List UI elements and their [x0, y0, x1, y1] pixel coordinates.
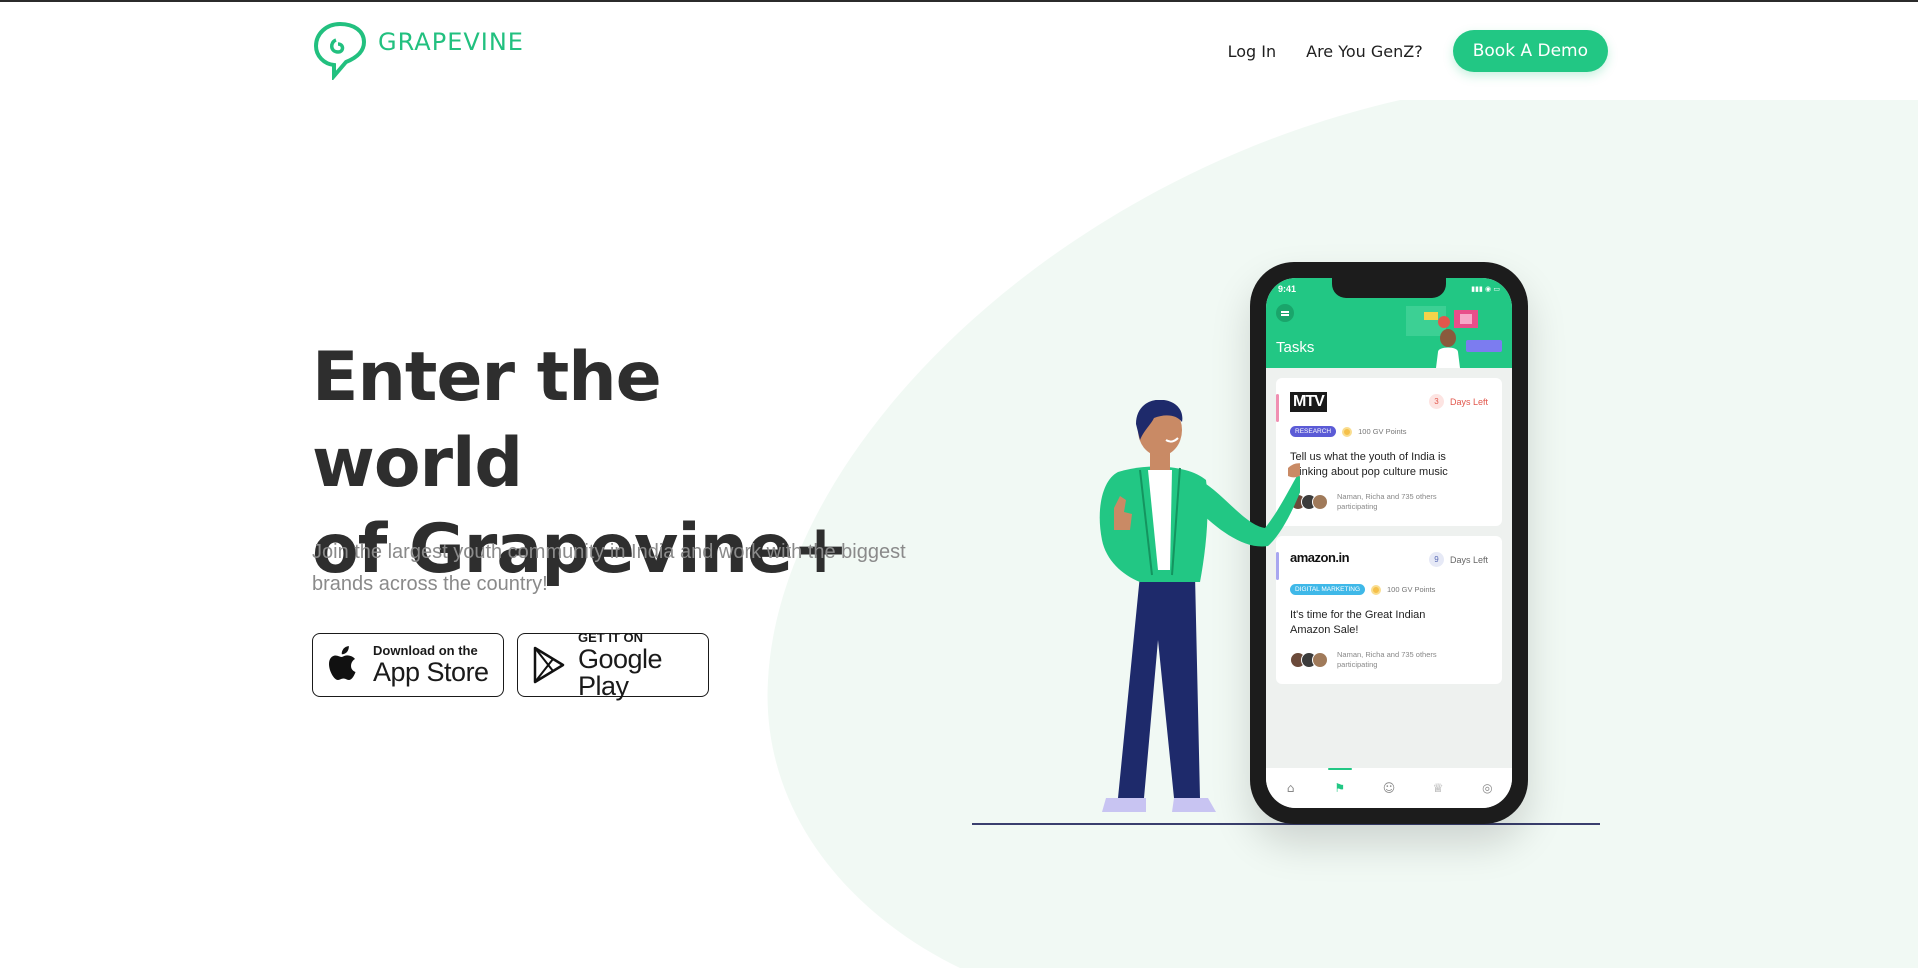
points: 100 GV Points — [1387, 585, 1436, 594]
book-demo-button[interactable]: Book A Demo — [1452, 30, 1608, 72]
tab-bar: ⌂ ⚑ ☺ ♕ ◎ — [1266, 768, 1512, 808]
coin-icon — [1371, 584, 1382, 595]
avatar — [1312, 652, 1328, 668]
logo[interactable]: GRAPEVINE — [312, 20, 524, 80]
user-icon[interactable]: ☺ — [1379, 778, 1399, 798]
points: 100 GV Points — [1358, 427, 1407, 436]
logo-text: GRAPEVINE — [378, 28, 524, 56]
avatar — [1312, 494, 1328, 510]
days-left-count: 9 — [1428, 552, 1444, 567]
days-left-label: Days Left — [1449, 554, 1488, 565]
login-link[interactable]: Log In — [1228, 42, 1277, 61]
app-store-small-text: Download on the — [373, 643, 478, 658]
google-play-big-text: Google Play — [578, 643, 663, 701]
genz-link[interactable]: Are You GenZ? — [1306, 42, 1423, 61]
days-left: 9 Days Left — [1428, 552, 1488, 567]
settings-icon[interactable]: ◎ — [1477, 778, 1497, 798]
status-time: 9:41 — [1278, 284, 1297, 294]
app-store-button[interactable]: Download on the App Store — [312, 633, 504, 697]
task-tag: DIGITAL MARKETING — [1290, 584, 1366, 595]
participants-text: Naman, Richa and 735 others participatin… — [1337, 492, 1437, 511]
app-store-big-text: App Store — [373, 657, 489, 687]
task-card[interactable]: MTV 3 Days Left RESEARCH 100 GV Points T… — [1276, 378, 1502, 526]
phone-notch — [1332, 278, 1446, 298]
task-card[interactable]: amazon.in 9 Days Left DIGITAL MARKETING … — [1276, 536, 1502, 684]
status-icons: ▮▮▮ ◉ ▭ — [1471, 285, 1500, 293]
google-play-button[interactable]: GET IT ON Google Play — [517, 629, 709, 701]
apple-icon — [329, 646, 356, 680]
days-left: 3 Days Left — [1428, 394, 1488, 409]
menu-icon[interactable] — [1276, 304, 1294, 322]
background-shape — [767, 100, 1918, 968]
task-text: Tell us what the youth of India is think… — [1290, 451, 1448, 478]
participants: Naman, Richa and 735 others participatin… — [1290, 492, 1467, 512]
top-nav: Log In Are You GenZ? Book A Demo — [1228, 30, 1608, 72]
phone-screen: 9:41 ▮▮▮ ◉ ▭ Tasks MTV 3 Days Left RESEA… — [1266, 278, 1512, 808]
task-text: It's time for the Great Indian Amazon Sa… — [1290, 609, 1426, 636]
tag-row: DIGITAL MARKETING 100 GV Points — [1290, 584, 1435, 595]
trophy-icon[interactable]: ♕ — [1428, 778, 1448, 798]
flag-icon[interactable]: ⚑ — [1327, 768, 1352, 798]
participants: Naman, Richa and 735 others participatin… — [1290, 650, 1467, 670]
person-illustration — [1099, 400, 1300, 812]
google-play-icon — [533, 646, 565, 684]
coin-icon — [1342, 426, 1353, 437]
google-play-small-text: GET IT ON — [578, 629, 643, 645]
participants-text: Naman, Richa and 735 others participatin… — [1337, 650, 1437, 669]
tag-row: RESEARCH 100 GV Points — [1290, 426, 1407, 437]
days-left-count: 3 — [1428, 394, 1444, 409]
hero-subtitle: Join the largest youth community in Indi… — [312, 541, 906, 595]
header-illustration — [1406, 306, 1502, 368]
store-buttons: Download on the App Store GET IT ON Goog… — [312, 629, 709, 701]
tasks-title: Tasks — [1276, 339, 1315, 356]
hero-title-line-1: Enter the world — [312, 338, 662, 503]
grapevine-logo-icon — [313, 21, 367, 80]
days-left-label: Days Left — [1449, 396, 1488, 407]
